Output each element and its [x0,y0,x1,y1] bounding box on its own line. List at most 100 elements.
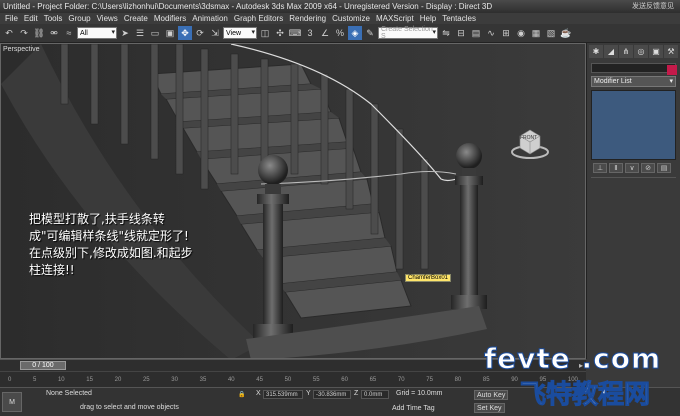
stack-buttons: ⊥ Ⅱ ∨ ⊘ ▤ [593,163,674,173]
select-manipulate-icon[interactable]: ✣ [273,26,287,40]
y-coordinate-field[interactable]: -30.836mm [313,390,351,399]
menu-customize[interactable]: Customize [329,14,373,23]
menu-graph-editors[interactable]: Graph Editors [231,14,286,23]
make-unique-icon[interactable]: ∨ [625,163,639,173]
undo-icon[interactable]: ↶ [2,26,16,40]
mirror-icon[interactable]: ⇋ [439,26,453,40]
curve-editor-icon[interactable]: ∿ [484,26,498,40]
modify-tab-icon[interactable]: ◢ [604,45,618,58]
command-panel-tabs: ✱ ◢ ⋔ ◎ ▣ ⚒ [587,43,680,60]
annotation-line: 柱连接!! [29,263,75,277]
pin-stack-icon[interactable]: ⊥ [593,163,607,173]
create-tab-icon[interactable]: ✱ [589,45,603,58]
tick-label: 20 [114,377,122,383]
tick-label: 85 [482,377,490,383]
show-end-result-icon[interactable]: Ⅱ [609,163,623,173]
lock-selection-icon[interactable]: 🔒 [236,390,246,399]
annotation-line: 在点级别下,修改成如图.和起步 [29,246,193,260]
window-title: Untitled - Project Folder: C:\Users\lizh… [3,2,493,11]
selection-filter-dropdown[interactable]: All [77,27,117,39]
viewport-label[interactable]: Perspective [3,46,40,53]
reference-coordinate-dropdown[interactable]: View [223,27,257,39]
select-scale-icon[interactable]: ⇲ [208,26,222,40]
menu-tentacles[interactable]: Tentacles [439,14,479,23]
z-label: Z [354,390,359,397]
annotation-line: 成"可编辑样条线"线就定形了! [29,229,189,243]
pivot-center-icon[interactable]: ◫ [258,26,272,40]
configure-modifier-sets-icon[interactable]: ▤ [657,163,671,173]
utilities-tab-icon[interactable]: ⚒ [664,45,678,58]
unlink-icon[interactable]: ⚮ [47,26,61,40]
command-panel: ✱ ◢ ⋔ ◎ ▣ ⚒ Modifier List ⊥ Ⅱ ∨ ⊘ ▤ [586,43,680,359]
quick-render-icon[interactable]: ☕ [559,26,573,40]
layer-manager-icon[interactable]: ▤ [469,26,483,40]
menu-maxscript[interactable]: MAXScript [373,14,417,23]
feedback-link[interactable]: 发送反馈意见 [632,1,674,11]
object-color-swatch[interactable] [667,65,677,75]
tick-label: 70 [397,377,405,383]
tick-label: 30 [171,377,178,383]
menu-help[interactable]: Help [417,14,439,23]
menu-file[interactable]: File [2,14,21,23]
tick-label: 50 [284,377,292,383]
spinner-snap-icon[interactable]: ◈ [348,26,362,40]
bind-space-warp-icon[interactable]: ≈ [62,26,76,40]
menu-create[interactable]: Create [121,14,151,23]
menu-tools[interactable]: Tools [41,14,66,23]
z-coordinate-field[interactable]: 0.0mm [361,390,389,399]
auto-key-button[interactable]: Auto Key [474,390,509,400]
selection-status: None Selected [46,390,92,397]
menu-views[interactable]: Views [94,14,121,23]
tick-label: 10 [57,377,65,383]
tick-label: 65 [369,377,377,383]
tick-label: 35 [199,377,207,383]
remove-modifier-icon[interactable]: ⊘ [641,163,655,173]
modifier-stack[interactable] [591,90,676,160]
redo-icon[interactable]: ↷ [17,26,31,40]
schematic-view-icon[interactable]: ⊞ [499,26,513,40]
named-selection-dropdown[interactable]: Create Selection S [378,26,438,40]
menu-edit[interactable]: Edit [21,14,41,23]
select-rotate-icon[interactable]: ⟳ [193,26,207,40]
watermark-name: 飞特教程网 [519,380,651,411]
time-slider-thumb[interactable]: 0 / 100 [20,361,66,370]
motion-tab-icon[interactable]: ◎ [634,45,648,58]
snap-toggle-icon[interactable]: 3 [303,26,317,40]
hierarchy-tab-icon[interactable]: ⋔ [619,45,633,58]
set-key-button[interactable]: Set Key [474,403,505,413]
x-coordinate-field[interactable]: 315.539mm [263,390,303,399]
tick-label: 25 [142,377,150,383]
render-setup-icon[interactable]: ▦ [529,26,543,40]
render-frame-icon[interactable]: ▧ [544,26,558,40]
edit-named-selection-icon[interactable]: ✎ [363,26,377,40]
add-time-tag-label: Add Time Tag [392,404,435,412]
menu-animation[interactable]: Animation [189,14,231,23]
select-move-icon[interactable]: ✥ [178,26,192,40]
object-name-field[interactable] [591,63,676,73]
viewcube[interactable] [510,124,550,164]
align-icon[interactable]: ⊟ [454,26,468,40]
material-editor-icon[interactable]: ◉ [514,26,528,40]
x-label: X [256,390,261,397]
percent-snap-icon[interactable]: % [333,26,347,40]
menu-rendering[interactable]: Rendering [286,14,329,23]
maxscript-listener-button[interactable]: M [2,392,22,412]
select-object-icon[interactable]: ➤ [118,26,132,40]
select-by-name-icon[interactable]: ☰ [133,26,147,40]
stair-scene [1,44,585,358]
display-tab-icon[interactable]: ▣ [649,45,663,58]
menu-bar: File Edit Tools Group Views Create Modif… [0,13,680,24]
window-crossing-icon[interactable]: ▣ [163,26,177,40]
keyboard-shortcut-icon[interactable]: ⌨ [288,26,302,40]
main-toolbar: ↶ ↷ ⛓ ⚮ ≈ All ➤ ☰ ▭ ▣ ✥ ⟳ ⇲ View ◫ ✣ ⌨ 3… [0,24,680,43]
selection-region-icon[interactable]: ▭ [148,26,162,40]
add-time-tag[interactable]: Add Time Tag [390,403,437,413]
menu-modifiers[interactable]: Modifiers [151,14,189,23]
select-link-icon[interactable]: ⛓ [32,26,46,40]
perspective-viewport[interactable]: Perspective FRONT 把模型打散了,扶手线条转 成"可编辑样条线"… [0,43,586,359]
viewcube-label: FRONT [520,135,538,141]
track-ticks: 0 5 10 15 20 25 30 35 40 45 50 55 60 65 … [8,377,578,383]
menu-group[interactable]: Group [65,14,93,23]
modifier-list-dropdown[interactable]: Modifier List [591,76,676,87]
angle-snap-icon[interactable]: ∠ [318,26,332,40]
